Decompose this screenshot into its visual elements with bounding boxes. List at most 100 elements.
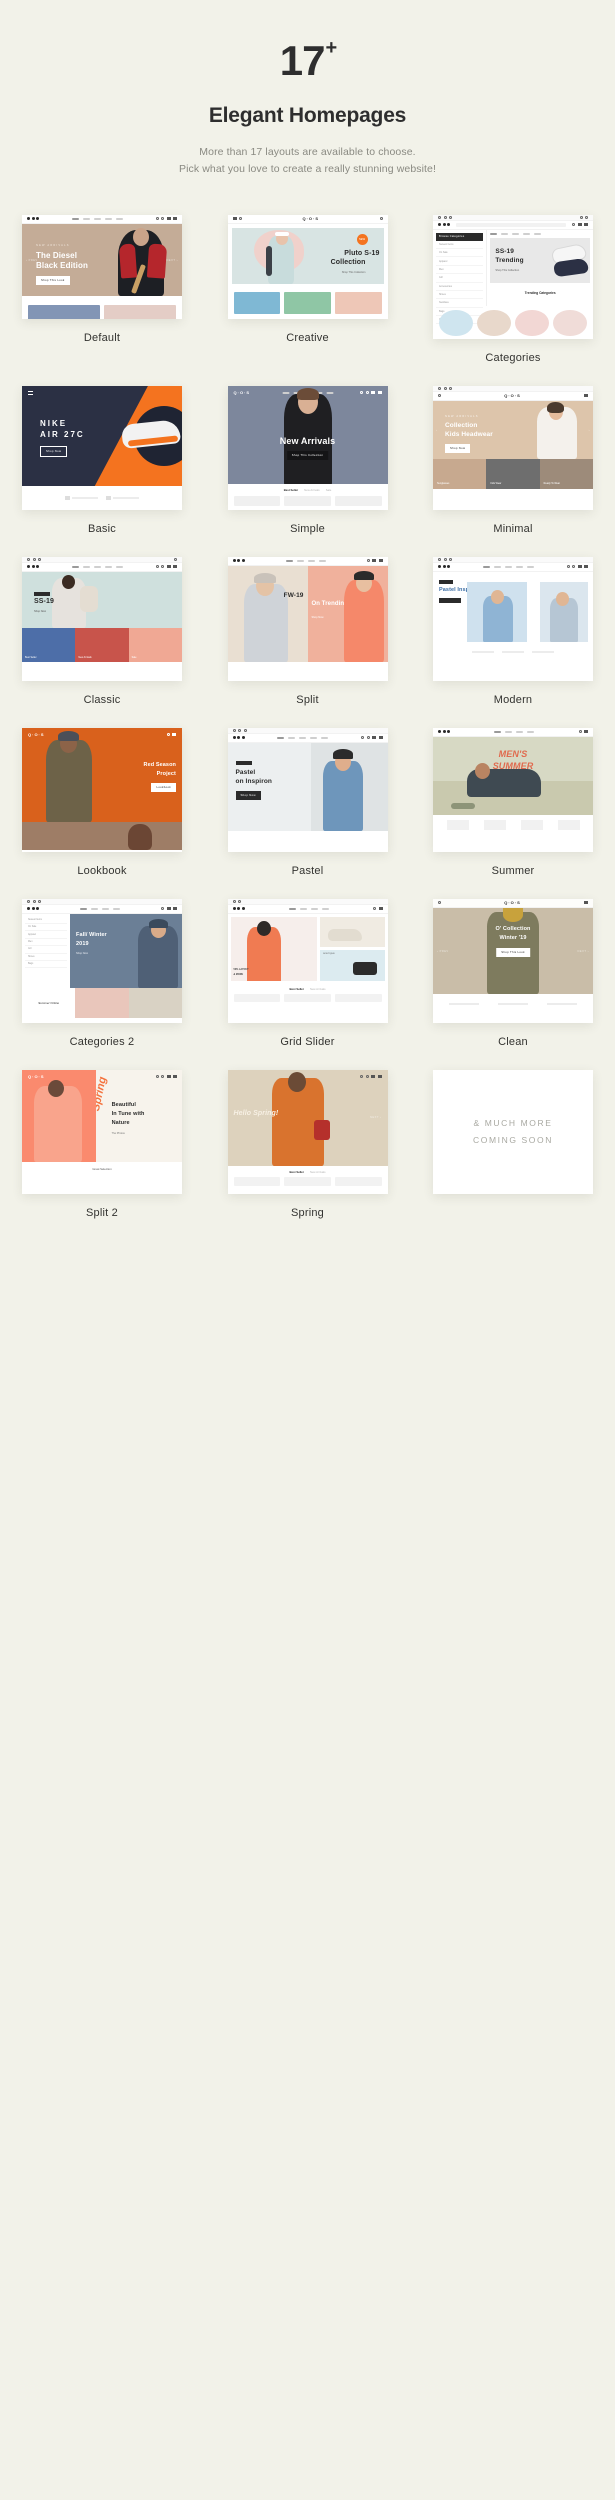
homepage-card-creative[interactable]: Q·O·S NEW Pluto S-19 Collection Shop Thi…	[227, 214, 388, 364]
sidebar-item[interactable]: Girl	[25, 946, 67, 954]
sidebar-item[interactable]: Newest Items	[436, 241, 484, 249]
category-tile[interactable]: Ready To Wear	[539, 458, 593, 489]
homepage-card-categories[interactable]: Browse Categories Newest Items On Sale A…	[433, 214, 593, 364]
promo-tile[interactable]	[128, 987, 182, 1018]
homepage-card-gridslider[interactable]: 50% LAYOUT & MORE BOUTIQUE Best Seller N…	[227, 898, 388, 1048]
sidebar-item[interactable]: On Sale	[436, 249, 484, 258]
homepage-card-categories2[interactable]: Newest Items On Sale Apparel Men Girl Sh…	[22, 898, 182, 1048]
footer-tabs[interactable]: Best Seller New Arrivals	[289, 987, 325, 991]
sidebar-item[interactable]: Accessories	[436, 283, 484, 291]
homepage-card-split2[interactable]: Q·O·S Spring Beautiful In Tune with Natu…	[22, 1069, 182, 1219]
product-tile[interactable]	[334, 1176, 382, 1186]
sidebar-item[interactable]: Girl	[436, 274, 484, 283]
slider-next-arrow[interactable]: ›	[589, 429, 590, 432]
homepage-card-default[interactable]: New Arrivals The Diesel Black Edition Sh…	[22, 214, 182, 364]
hero-cta-button[interactable]: Shop Now	[40, 445, 68, 457]
mini-nav[interactable]	[490, 232, 590, 235]
homepage-card-pastel[interactable]: Pastel on Inspiron Shop Now Pastel	[227, 727, 388, 877]
thumbnail-summer[interactable]: MEN'S SUMMER	[433, 727, 593, 852]
hero-cta-link[interactable]: Shop This Collection	[342, 271, 366, 274]
hero-cta-button[interactable]: Shop This Look	[496, 947, 530, 957]
sidebar-item[interactable]: Bags	[25, 961, 67, 969]
category-tile[interactable]: Kids Wear	[486, 458, 540, 489]
hero-cta-link[interactable]: Shop This Collection	[495, 269, 519, 272]
sidebar-item[interactable]: Shoes	[436, 291, 484, 300]
search-icon[interactable]	[438, 901, 441, 905]
thumbnail-minimal[interactable]: Q·O·S New Arrivals Collection Kids Headw…	[433, 385, 593, 510]
slider-next-arrow[interactable]: NEXT ›	[578, 950, 589, 953]
sidebar-item[interactable]: Men	[25, 939, 67, 947]
mini-nav[interactable]	[482, 565, 534, 568]
hero-cta-button[interactable]: Shop Now	[445, 443, 471, 453]
hamburger-icon[interactable]	[28, 390, 33, 395]
homepage-card-spring[interactable]: Hello Spring! NEXT › Best Seller New Arr…	[227, 1069, 388, 1219]
category-circle[interactable]	[439, 309, 473, 337]
hero-cta-link[interactable]: Shop Now	[34, 610, 46, 613]
product-tile[interactable]	[233, 1176, 281, 1186]
sidebar-item[interactable]: Shoes	[25, 954, 67, 961]
hero-cta-button[interactable]: Shop This Look	[36, 275, 70, 285]
thumbnail-default[interactable]: New Arrivals The Diesel Black Edition Sh…	[22, 214, 182, 319]
footer-tab[interactable]: Best Seller	[289, 1170, 303, 1174]
footer-tab[interactable]: Best Seller	[289, 987, 303, 991]
lookbook-secondary-image[interactable]	[22, 821, 182, 850]
thumbnail-classic[interactable]: SS-19 Shop Now Best Seller New Arrivals …	[22, 556, 182, 681]
thumbnail-clean[interactable]: Q·O·S O' Collection Winter '19 Shop This…	[433, 898, 593, 1023]
product-tile[interactable]	[334, 994, 382, 1003]
hero-cta-link[interactable]: Shop Now	[76, 952, 88, 955]
thumbnail-spring[interactable]: Hello Spring! NEXT › Best Seller New Arr…	[227, 1069, 388, 1194]
promo-tile[interactable]: New Arrivals	[75, 627, 129, 662]
thumbnail-simple[interactable]: Q·O·S New Arrivals Shop This Collection …	[227, 385, 388, 510]
product-tile[interactable]	[334, 495, 382, 506]
product-tile[interactable]	[284, 291, 331, 314]
sidebar-item[interactable]: On Sale	[25, 924, 67, 932]
hero-cta-link[interactable]: Shop Now	[312, 616, 324, 619]
category-sidebar[interactable]: Newest Items On Sale Apparel Men Girl Sh…	[22, 913, 70, 988]
product-tile[interactable]	[284, 1176, 331, 1186]
footer-tab[interactable]: Best Seller	[284, 488, 298, 492]
homepage-card-simple[interactable]: Q·O·S New Arrivals Shop This Collection …	[227, 385, 388, 535]
footer-tab[interactable]: New Arrivals	[310, 1170, 326, 1174]
grid-tile-bag[interactable]: BOUTIQUE	[320, 950, 385, 981]
sidebar-item[interactable]: Apparel	[25, 931, 67, 939]
slider-prev-arrow[interactable]: ‹ PREV	[26, 259, 38, 262]
sidebar-item[interactable]: Newest Items	[25, 917, 67, 924]
category-tile[interactable]: Sunglasses	[433, 458, 487, 489]
homepage-card-modern[interactable]: Pastel Inspiron Modern	[433, 556, 593, 706]
slider-prev-arrow[interactable]: ‹ PREV	[437, 950, 449, 953]
promo-tile[interactable]	[75, 987, 129, 1018]
product-tile[interactable]	[284, 495, 331, 506]
thumbnail-categories2[interactable]: Newest Items On Sale Apparel Men Girl Sh…	[22, 898, 182, 1023]
thumbnail-pastel[interactable]: Pastel on Inspiron Shop Now	[227, 727, 388, 852]
slider-next-arrow[interactable]: NEXT ›	[370, 1116, 381, 1119]
category-circle[interactable]	[553, 309, 587, 337]
category-circle[interactable]	[515, 309, 549, 337]
sidebar-item[interactable]: Necklace	[436, 299, 484, 308]
mini-nav[interactable]	[277, 736, 329, 739]
hero-cta-button[interactable]: Shop This Collection	[286, 450, 329, 460]
mini-nav[interactable]	[285, 559, 326, 562]
product-tile[interactable]	[233, 291, 281, 314]
thumbnail-split[interactable]: FW-19 On Trending Shop Now	[227, 556, 388, 681]
mini-nav[interactable]	[494, 730, 535, 733]
hero-cta-link[interactable]: The Photos	[112, 1132, 125, 1135]
thumbnail-creative[interactable]: Q·O·S NEW Pluto S-19 Collection Shop Thi…	[227, 214, 388, 319]
mini-nav[interactable]	[80, 907, 120, 910]
search-icon[interactable]	[438, 394, 441, 398]
thumbnail-lookbook[interactable]: Q·O·S Red Season Project Lookbook	[22, 727, 182, 852]
mini-nav[interactable]	[288, 907, 329, 910]
homepage-card-clean[interactable]: Q·O·S O' Collection Winter '19 Shop This…	[433, 898, 593, 1048]
promo-tile[interactable]: Sale	[128, 627, 182, 662]
hero-cta-button[interactable]: Lookbook	[151, 782, 176, 792]
category-circle[interactable]	[477, 309, 511, 337]
mini-nav[interactable]	[71, 565, 123, 568]
hero-cta-button[interactable]	[439, 597, 461, 603]
footer-tabs[interactable]: Best Seller New Arrivals	[289, 1170, 325, 1174]
product-tile[interactable]	[483, 819, 506, 830]
homepage-card-split[interactable]: FW-19 On Trending Shop Now Split	[227, 556, 388, 706]
grid-main-tile[interactable]: 50% LAYOUT & MORE	[230, 916, 318, 981]
thumbnail-split2[interactable]: Q·O·S Spring Beautiful In Tune with Natu…	[22, 1069, 182, 1194]
product-tile[interactable]	[104, 304, 176, 319]
hero-cta-button[interactable]: Shop Now	[235, 790, 261, 800]
footer-tab[interactable]: New Arrivals	[310, 987, 326, 991]
